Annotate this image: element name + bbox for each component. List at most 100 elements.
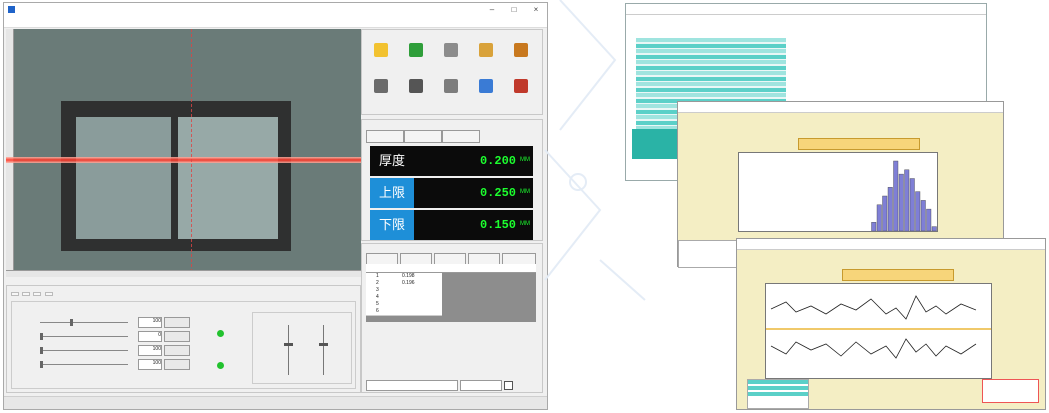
thickness-value: 0.200 bbox=[479, 154, 516, 168]
slider-3-button[interactable] bbox=[164, 345, 190, 356]
tool-button-1[interactable] bbox=[368, 40, 394, 70]
lightbulb-icon bbox=[374, 43, 388, 57]
green-square-icon bbox=[409, 43, 423, 57]
histogram-svg bbox=[871, 160, 937, 232]
glass-pane-right bbox=[178, 117, 278, 239]
readout-tab-1[interactable] bbox=[366, 130, 404, 143]
grid-row bbox=[636, 60, 786, 64]
laser-line bbox=[6, 157, 361, 163]
minimize-button[interactable]: – bbox=[481, 3, 503, 16]
trend-title bbox=[842, 269, 954, 281]
records-table-header bbox=[366, 264, 536, 273]
date-picker-end[interactable] bbox=[460, 380, 502, 391]
slider-2-value[interactable]: 0 bbox=[138, 331, 162, 342]
slider-4-track[interactable] bbox=[40, 364, 128, 365]
slider-row-3: 100 bbox=[18, 345, 198, 356]
table-row[interactable]: 6 bbox=[366, 308, 442, 316]
grid-row bbox=[636, 71, 786, 75]
slider-1-thumb[interactable] bbox=[70, 319, 73, 326]
trend-table bbox=[747, 379, 809, 409]
slider-3-track[interactable] bbox=[40, 350, 128, 351]
crosshair-line bbox=[191, 29, 193, 277]
lower-limit-display: 下限 0.150 MM bbox=[370, 210, 533, 240]
control-tabs bbox=[11, 289, 54, 299]
auto-save-checkbox[interactable] bbox=[504, 381, 513, 390]
horizontal-ruler bbox=[6, 270, 361, 277]
readout-tab-3[interactable] bbox=[442, 130, 480, 143]
control-panel: 100 0 100 100 bbox=[6, 285, 361, 393]
tool-button-4[interactable] bbox=[473, 40, 499, 70]
glass-pane-left bbox=[76, 117, 171, 239]
maximize-button[interactable]: □ bbox=[503, 3, 525, 16]
slider-2-button[interactable] bbox=[164, 331, 190, 342]
slider-1-track[interactable] bbox=[40, 322, 128, 323]
menu-bar bbox=[4, 16, 547, 28]
trend-result-box bbox=[982, 379, 1039, 403]
control-tab-2[interactable] bbox=[22, 292, 31, 296]
title-bar: – □ × bbox=[4, 3, 547, 16]
slider-1-value[interactable]: 100 bbox=[138, 317, 162, 328]
upper-limit-value: 0.250 bbox=[479, 186, 516, 200]
helmet-icon bbox=[409, 79, 423, 93]
tool-button-2[interactable] bbox=[403, 40, 429, 70]
slider-3-value[interactable]: 100 bbox=[138, 345, 162, 356]
status-bar bbox=[4, 396, 547, 409]
histogram-bar bbox=[876, 204, 882, 232]
histogram-plot bbox=[738, 152, 938, 232]
report1-titlebar bbox=[626, 4, 986, 15]
row-number: 5 bbox=[376, 301, 379, 307]
readout-tab-2[interactable] bbox=[404, 130, 442, 143]
magnet-icon bbox=[479, 43, 493, 57]
row-number: 3 bbox=[376, 287, 379, 293]
summary-block bbox=[632, 129, 682, 159]
records-table[interactable]: 1 0.198 2 0.196 3 4 5 6 bbox=[366, 264, 536, 322]
row-value: 0.196 bbox=[402, 280, 415, 286]
trend-window bbox=[736, 238, 1046, 410]
control-tab-4[interactable] bbox=[44, 292, 53, 296]
report2-titlebar bbox=[678, 102, 1003, 113]
tool-button-9[interactable] bbox=[473, 76, 499, 106]
row-number: 1 bbox=[376, 273, 379, 279]
vertical-slider-1[interactable] bbox=[288, 325, 289, 375]
histogram-bar bbox=[893, 160, 899, 232]
tool-button-10[interactable] bbox=[508, 76, 534, 106]
lower-limit-label: 下限 bbox=[370, 210, 414, 240]
thickness-display: 厚度 0.200 MM bbox=[370, 146, 533, 176]
vertical-slider-2[interactable] bbox=[323, 325, 324, 375]
slider-4-button[interactable] bbox=[164, 359, 190, 370]
histogram-bar bbox=[920, 200, 926, 232]
grid-row bbox=[636, 49, 786, 53]
camera-view[interactable] bbox=[6, 29, 361, 277]
upper-limit-display: 上限 0.250 MM bbox=[370, 178, 533, 208]
slider-2-track[interactable] bbox=[40, 336, 128, 337]
vertical-slider-1-thumb[interactable] bbox=[284, 343, 293, 346]
slider-3-thumb[interactable] bbox=[40, 347, 43, 354]
histogram-bar bbox=[882, 195, 888, 232]
readout-group: 厚度 0.200 MM 上限 0.250 MM 下限 0.150 MM bbox=[361, 119, 543, 241]
slider-row-4: 100 bbox=[18, 359, 198, 370]
vertical-ruler bbox=[6, 29, 14, 277]
grid-row bbox=[636, 93, 786, 97]
slider-row-2: 0 bbox=[18, 331, 198, 342]
control-tab-3[interactable] bbox=[33, 292, 42, 296]
lower-limit-value: 0.150 bbox=[479, 218, 516, 232]
tool-button-5[interactable] bbox=[508, 40, 534, 70]
tool-button-3[interactable] bbox=[438, 40, 464, 70]
slider-4-value[interactable]: 100 bbox=[138, 359, 162, 370]
histogram-bar bbox=[931, 226, 937, 232]
tool-button-8[interactable] bbox=[438, 76, 464, 106]
trend-table-row-1 bbox=[748, 380, 808, 384]
lower-limit-unit: MM bbox=[520, 221, 530, 227]
tool-button-6[interactable] bbox=[368, 76, 394, 106]
tool-button-7[interactable] bbox=[403, 76, 429, 106]
grid-row bbox=[636, 82, 786, 86]
slider-4-thumb[interactable] bbox=[40, 361, 43, 368]
control-tab-1[interactable] bbox=[11, 292, 19, 296]
date-picker-start[interactable] bbox=[366, 380, 458, 391]
grid-row bbox=[636, 54, 786, 59]
grid-row bbox=[636, 65, 786, 70]
vertical-slider-2-thumb[interactable] bbox=[319, 343, 328, 346]
histogram-bar bbox=[887, 187, 893, 232]
slider-1-button[interactable] bbox=[164, 317, 190, 328]
slider-2-thumb[interactable] bbox=[40, 333, 43, 340]
